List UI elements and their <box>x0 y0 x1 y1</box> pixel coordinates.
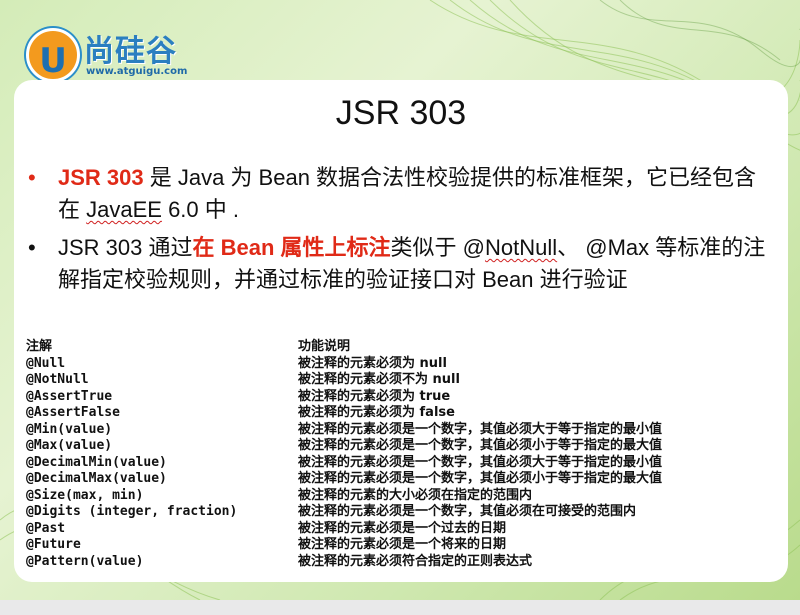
annotation-description: 被注释的元素必须为 null <box>298 355 447 371</box>
slide-title: JSR 303 <box>335 94 467 132</box>
table-row: @Past 被注释的元素必须是一个过去的日期 <box>26 521 786 538</box>
annotation-name: @Digits (integer, fraction) <box>26 504 238 519</box>
annotation-description: 被注释的元素必须是一个数字，其值必须在可接受的范围内 <box>298 504 637 519</box>
logo-badge: U <box>26 28 80 82</box>
logo-letter: U <box>39 41 67 81</box>
table-row: @DecimalMax(value) 被注释的元素必须是一个数字，其值必须小于等于… <box>26 471 786 488</box>
annotation-name: @AssertFalse <box>26 405 120 420</box>
slide-frame: U 尚硅谷 www.atguigu.com JSR 303 • JSR 303 … <box>0 0 800 600</box>
annotation-name: @DecimalMax(value) <box>26 471 167 486</box>
bullet-1: • JSR 303 是 Java 为 Bean 数据合法性校验提供的标准框架，它… <box>28 162 773 226</box>
highlight-text: JSR 303 <box>58 165 144 190</box>
annotation-description: 被注释的元素必须为 true <box>298 388 451 404</box>
annotation-name: @Future <box>26 537 81 552</box>
table-row: @Max(value) 被注释的元素必须是一个数字，其值必须小于等于指定的最大值 <box>26 438 786 455</box>
table-row: @NotNull 被注释的元素必须不为 null <box>26 372 786 389</box>
annotation-name: @Null <box>26 355 66 371</box>
bullet-dot: • <box>28 235 36 260</box>
table-row: @AssertTrue 被注释的元素必须为 true <box>26 389 786 406</box>
table-row: @Size(max, min) 被注释的元素的大小必须在指定的范围内 <box>26 488 786 505</box>
annotation-name: @Min(value) <box>26 421 113 437</box>
table-row: @DecimalMin(value) 被注释的元素必须是一个数字，其值必须大于等于… <box>26 455 786 472</box>
annotation-name: @AssertTrue <box>26 388 113 404</box>
annotation-name: @NotNull <box>26 372 89 387</box>
spellcheck-text: JavaEE <box>86 197 162 222</box>
brand-url: www.atguigu.com <box>86 66 188 77</box>
annotation-table: 注解 功能说明 @Null 被注释的元素必须为 null @NotNull 被注释的元… <box>26 339 786 570</box>
table-row: @Null 被注释的元素必须为 null <box>26 356 786 373</box>
table-row: @Future 被注释的元素必须是一个将来的日期 <box>26 537 786 554</box>
spellcheck-text: NotNull <box>484 235 558 260</box>
body-text: 类似于 @ <box>390 235 485 260</box>
body-text: 6.0 中 . <box>161 197 239 222</box>
annotation-name: @Past <box>26 520 66 536</box>
annotation-description: 被注释的元素必须不为 null <box>298 372 460 387</box>
annotation-description: 被注释的元素必须是一个过去的日期 <box>298 520 507 536</box>
highlight-text: 在 Bean 属性上标注 <box>192 235 391 260</box>
annotation-description: 被注释的元素必须是一个数字，其值必须大于等于指定的最小值 <box>298 421 663 437</box>
annotation-description: 被注释的元素必须是一个数字，其值必须小于等于指定的最大值 <box>298 438 663 453</box>
bullet-2: • JSR 303 通过在 Bean 属性上标注类似于 @NotNull、 @M… <box>28 232 773 296</box>
table-row: @Pattern(value) 被注释的元素必须符合指定的正则表达式 <box>26 554 786 571</box>
table-body: @Null 被注释的元素必须为 null @NotNull 被注释的元素必须不为 nu… <box>26 356 786 571</box>
annotation-description: 被注释的元素必须为 false <box>298 405 455 420</box>
bullet-text: JSR 303 是 Java 为 Bean 数据合法性校验提供的标准框架，它已经… <box>28 162 773 226</box>
annotation-name: @DecimalMin(value) <box>26 454 167 470</box>
annotation-description: 被注释的元素必须是一个将来的日期 <box>298 537 507 552</box>
brand-name: 尚硅谷 <box>84 34 177 69</box>
annotation-description: 被注释的元素的大小必须在指定的范围内 <box>298 487 533 503</box>
content-panel: JSR 303 • JSR 303 是 Java 为 Bean 数据合法性校验提… <box>14 80 788 582</box>
annotation-name: @Pattern(value) <box>26 553 144 569</box>
table-row: @AssertFalse 被注释的元素必须为 false <box>26 405 786 422</box>
annotation-name: @Max(value) <box>26 438 113 453</box>
bottom-strip <box>0 600 800 615</box>
table-header-row: 注解 功能说明 <box>26 339 786 356</box>
bullet-dot: • <box>28 165 36 190</box>
annotation-description: 被注释的元素必须符合指定的正则表达式 <box>298 553 533 569</box>
annotation-description: 被注释的元素必须是一个数字，其值必须大于等于指定的最小值 <box>298 454 663 470</box>
table-row: @Digits (integer, fraction) 被注释的元素必须是一个数字… <box>26 504 786 521</box>
table-header-description: 功能说明 <box>298 339 351 354</box>
table-header-annotation: 注解 <box>26 339 53 354</box>
annotation-description: 被注释的元素必须是一个数字，其值必须小于等于指定的最大值 <box>298 471 663 486</box>
body-text: JSR 303 通过 <box>58 235 193 260</box>
annotation-name: @Size(max, min) <box>26 487 144 503</box>
brand-logo: U 尚硅谷 www.atguigu.com <box>16 22 216 84</box>
table-row: @Min(value) 被注释的元素必须是一个数字，其值必须大于等于指定的最小值 <box>26 422 786 439</box>
bullet-text: JSR 303 通过在 Bean 属性上标注类似于 @NotNull、 @Max… <box>28 232 773 296</box>
